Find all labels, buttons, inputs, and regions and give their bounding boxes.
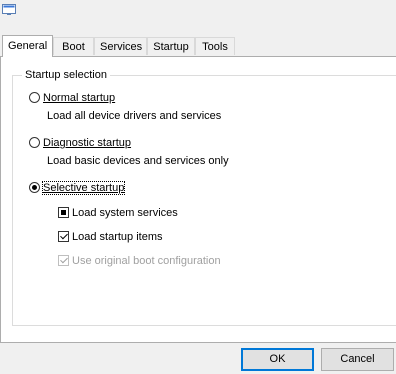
load-startup-items-checkbox[interactable]: Load startup items (58, 231, 163, 243)
load-system-services-label: Load system services (72, 207, 178, 219)
diagnostic-startup-description: Load basic devices and services only (47, 155, 229, 167)
checkbox-indeterminate-indicator[interactable] (58, 207, 69, 218)
load-system-services-checkbox[interactable]: Load system services (58, 207, 178, 219)
normal-startup-label: Normal startup (43, 92, 116, 104)
checkbox-checked-indicator[interactable] (58, 231, 69, 242)
tab-boot[interactable]: Boot (53, 37, 94, 55)
use-original-boot-config-checkbox: Use original boot configuration (58, 255, 221, 267)
load-startup-items-label: Load startup items (72, 231, 163, 243)
tab-startup[interactable]: Startup (147, 37, 195, 55)
selective-startup-radio[interactable]: Selective startup (29, 181, 126, 195)
tab-services[interactable]: Services (94, 37, 147, 55)
tab-tools[interactable]: Tools (195, 37, 235, 55)
startup-selection-title: Startup selection (22, 69, 110, 81)
diagnostic-startup-label: Diagnostic startup (43, 137, 132, 149)
radio-indicator[interactable] (29, 92, 40, 103)
app-icon (2, 4, 16, 15)
cancel-button[interactable]: Cancel (321, 348, 394, 371)
tab-strip: General Boot Services Startup Tools (0, 35, 396, 57)
general-tab-page: Startup selection Normal startup Load al… (0, 56, 396, 343)
radio-indicator[interactable] (29, 137, 40, 148)
selective-startup-label: Selective startup (41, 181, 126, 195)
use-original-boot-config-label: Use original boot configuration (72, 255, 221, 267)
checkbox-disabled-indicator (58, 255, 69, 266)
radio-indicator-selected[interactable] (29, 182, 40, 193)
diagnostic-startup-radio[interactable]: Diagnostic startup (29, 137, 131, 149)
tab-general[interactable]: General (2, 35, 53, 57)
normal-startup-description: Load all device drivers and services (47, 110, 222, 122)
normal-startup-radio[interactable]: Normal startup (29, 92, 115, 104)
ok-button[interactable]: OK (241, 348, 314, 371)
